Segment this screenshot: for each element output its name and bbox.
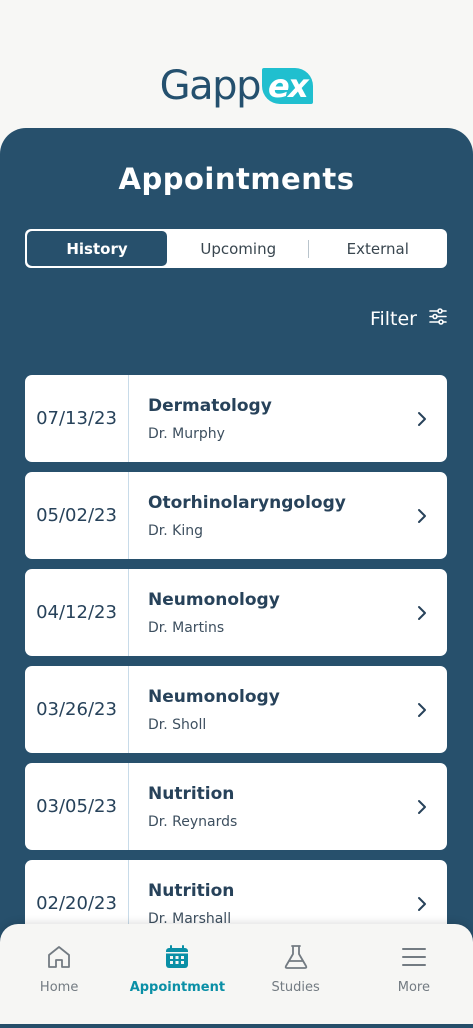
appointment-doctor: Dr. Reynards: [148, 813, 238, 830]
flask-icon: [284, 945, 307, 969]
appointment-date: 05/02/23: [25, 472, 129, 559]
nav-studies[interactable]: Studies: [237, 924, 355, 1024]
chevron-right-icon: [397, 375, 447, 462]
calendar-icon: [166, 945, 189, 968]
nav-home-label: Home: [39, 980, 79, 995]
home-icon: [48, 946, 71, 968]
appointment-date: 03/26/23: [25, 666, 129, 753]
logo-main-text: Gapp: [159, 63, 262, 109]
nav-more-label: More: [397, 980, 430, 995]
logo-accent-text: ex: [261, 68, 314, 104]
appointment-specialty: Otorhinolaryngology: [148, 492, 346, 513]
nav-more[interactable]: More: [355, 924, 473, 1024]
sliders-icon: [429, 308, 447, 330]
appointment-specialty: Nutrition: [148, 783, 235, 804]
tab-history[interactable]: History: [27, 231, 167, 266]
appointment-list: 07/13/23 Dermatology Dr. Murphy 05/02/23…: [25, 375, 447, 957]
appointment-card[interactable]: 03/26/23 Neumonology Dr. Sholl: [25, 666, 447, 753]
bottom-navigation: Home Appointment Studies More: [0, 924, 473, 1024]
appointment-specialty: Neumonology: [148, 686, 280, 707]
appointment-date: 04/12/23: [25, 569, 129, 656]
nav-studies-label: Studies: [271, 980, 320, 995]
appointment-doctor: Dr. King: [148, 522, 203, 539]
nav-appointment-label: Appointment: [129, 980, 226, 995]
filter-button[interactable]: Filter: [370, 308, 447, 330]
chevron-right-icon: [397, 569, 447, 656]
appointment-card[interactable]: 03/05/23 Nutrition Dr. Reynards: [25, 763, 447, 850]
appointment-doctor: Dr. Martins: [148, 619, 225, 636]
nav-home[interactable]: Home: [0, 924, 118, 1024]
appointment-date: 07/13/23: [25, 375, 129, 462]
brand-logo: Gapp ex: [0, 63, 473, 109]
page-title: Appointments: [118, 162, 355, 196]
appointment-doctor: Dr. Murphy: [148, 425, 225, 442]
appointment-card[interactable]: 07/13/23 Dermatology Dr. Murphy: [25, 375, 447, 462]
tab-upcoming[interactable]: Upcoming: [169, 229, 308, 268]
appointment-specialty: Dermatology: [148, 395, 272, 416]
appointment-doctor: Dr. Sholl: [148, 716, 207, 733]
segmented-tabs: History Upcoming External: [25, 229, 447, 268]
appointment-date: 03/05/23: [25, 763, 129, 850]
chevron-right-icon: [397, 763, 447, 850]
chevron-right-icon: [397, 666, 447, 753]
nav-appointment[interactable]: Appointment: [118, 924, 236, 1024]
menu-icon: [401, 948, 426, 966]
tab-external[interactable]: External: [309, 229, 448, 268]
appointment-specialty: Neumonology: [148, 589, 280, 610]
appointment-card[interactable]: 04/12/23 Neumonology Dr. Martins: [25, 569, 447, 656]
appointment-card[interactable]: 05/02/23 Otorhinolaryngology Dr. King: [25, 472, 447, 559]
appointment-specialty: Nutrition: [148, 880, 235, 901]
filter-label: Filter: [369, 308, 417, 330]
chevron-right-icon: [397, 472, 447, 559]
